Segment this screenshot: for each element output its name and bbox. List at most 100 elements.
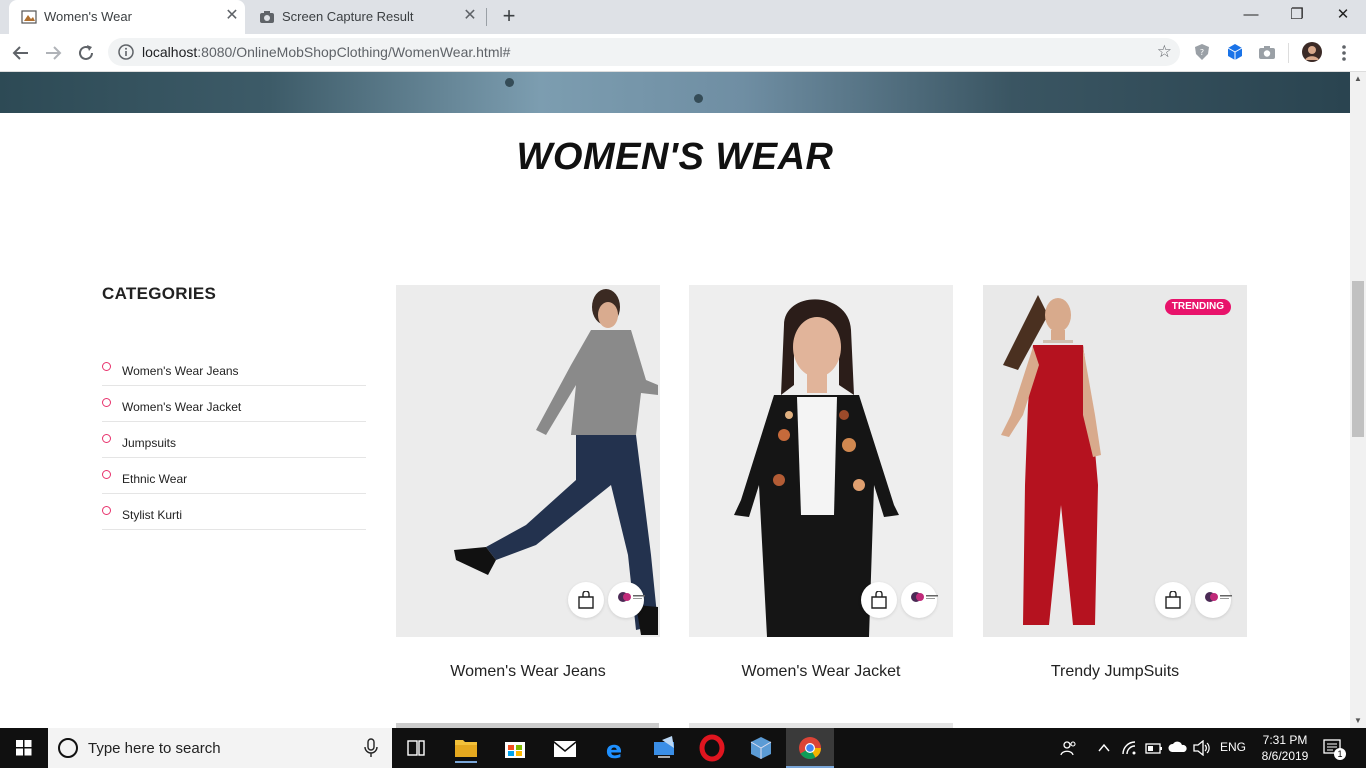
clock-time: 7:31 PM	[1262, 733, 1308, 747]
volume-icon[interactable]	[1193, 740, 1211, 756]
opera-logo-icon	[699, 734, 725, 762]
svg-text:e: e	[606, 736, 622, 764]
category-label[interactable]: Ethnic Wear	[122, 472, 187, 486]
microphone-icon[interactable]	[364, 738, 378, 758]
brand-logo-icon	[911, 592, 938, 602]
product-name[interactable]: Women's Wear Jacket	[689, 663, 953, 681]
url-host: localhost	[142, 44, 198, 60]
category-item-womens-wear-jeans[interactable]: Women's Wear Jeans	[102, 350, 366, 386]
tab-womens-wear[interactable]: Women's Wear ✕	[9, 0, 245, 34]
cube-extension-icon[interactable]	[1226, 43, 1244, 61]
search-placeholder: Type here to search	[88, 740, 221, 757]
page-scrollbar[interactable]: ▲ ▼	[1350, 72, 1366, 728]
category-item-ethnic-wear[interactable]: Ethnic Wear	[102, 458, 366, 494]
category-item-womens-wear-jacket[interactable]: Women's Wear Jacket	[102, 386, 366, 422]
mail-button[interactable]	[541, 728, 589, 768]
page-title: WOMEN'S WEAR	[516, 136, 834, 178]
product-image[interactable]: TRENDING	[983, 285, 1247, 637]
product-image[interactable]	[689, 285, 953, 637]
profile-avatar[interactable]	[1302, 42, 1322, 62]
input-language[interactable]: ENG	[1220, 740, 1246, 754]
taskbar-search-box[interactable]: Type here to search	[48, 728, 392, 768]
brand-logo-icon	[1205, 592, 1232, 602]
sidebar-heading: CATEGORIES	[102, 284, 217, 303]
add-to-cart-button[interactable]	[568, 582, 604, 618]
camera-extension-icon[interactable]	[1258, 43, 1276, 61]
url-path: :8080/OnlineMobShopClothing/WomenWear.ht…	[197, 44, 511, 60]
chevron-up-icon[interactable]	[1097, 741, 1111, 755]
shopping-bag-icon	[1165, 591, 1181, 609]
circle-bullet-icon	[102, 506, 111, 515]
browser-toolbar: localhost:8080/OnlineMobShopClothing/Wom…	[0, 34, 1366, 72]
category-label[interactable]: Women's Wear Jacket	[122, 400, 241, 414]
back-button[interactable]	[9, 41, 33, 65]
windows-taskbar: Type here to search e ENG 7:31 PM 8/6/20…	[0, 728, 1366, 768]
edge-browser-button[interactable]: e	[590, 728, 638, 768]
category-item-stylist-kurti[interactable]: Stylist Kurti	[102, 494, 366, 530]
brand-logo-button[interactable]	[608, 582, 645, 618]
circle-bullet-icon	[102, 470, 111, 479]
app-launcher-button[interactable]	[640, 728, 688, 768]
add-to-cart-button[interactable]	[861, 582, 897, 618]
restore-button[interactable]: ❐	[1274, 0, 1320, 30]
product-card[interactable]: TRENDING Trendy JumpSuits	[983, 285, 1247, 680]
reload-button[interactable]	[74, 41, 98, 65]
product-card[interactable]: Women's Wear Jeans	[396, 285, 660, 680]
site-favicon-icon	[21, 10, 37, 24]
brand-logo-button[interactable]	[1195, 582, 1232, 618]
brand-logo-button[interactable]	[901, 582, 938, 618]
site-info-icon[interactable]	[118, 44, 134, 60]
browser-menu-button[interactable]	[1332, 41, 1356, 65]
close-tab-icon[interactable]: ✕	[223, 7, 241, 25]
camera-icon	[260, 11, 274, 23]
shield-extension-icon[interactable]: ?	[1193, 43, 1211, 61]
start-button[interactable]	[0, 728, 48, 768]
scroll-down-arrow-icon[interactable]: ▼	[1350, 714, 1366, 728]
task-view-button[interactable]	[392, 728, 440, 768]
address-bar[interactable]: localhost:8080/OnlineMobShopClothing/Wom…	[108, 38, 1180, 66]
category-label[interactable]: Women's Wear Jeans	[122, 364, 239, 378]
tab-screen-capture[interactable]: Screen Capture Result ✕	[247, 0, 483, 34]
wifi-icon[interactable]	[1121, 740, 1139, 756]
system-clock[interactable]: 7:31 PM 8/6/2019	[1256, 732, 1314, 764]
virtualbox-button[interactable]	[737, 728, 785, 768]
back-arrow-icon	[12, 46, 28, 60]
notification-count-badge: 1	[1334, 748, 1346, 760]
close-tab-icon[interactable]: ✕	[461, 7, 479, 25]
product-name[interactable]: Women's Wear Jeans	[396, 663, 660, 681]
product-card[interactable]: Women's Wear Jacket	[689, 285, 953, 680]
task-view-icon	[407, 740, 425, 756]
product-name[interactable]: Trendy JumpSuits	[983, 663, 1247, 681]
category-label[interactable]: Jumpsuits	[122, 436, 176, 450]
people-icon[interactable]	[1060, 739, 1078, 757]
chrome-browser-button[interactable]	[786, 728, 834, 768]
forward-button[interactable]	[41, 41, 65, 65]
action-center-button[interactable]: 1	[1322, 738, 1346, 760]
reload-icon	[79, 45, 93, 60]
tab-divider	[486, 8, 487, 26]
minimize-button[interactable]: —	[1228, 0, 1274, 30]
bookmark-star-icon[interactable]: ☆	[1157, 42, 1172, 62]
product-image[interactable]	[396, 285, 660, 637]
url-text[interactable]: localhost:8080/OnlineMobShopClothing/Wom…	[142, 44, 510, 60]
battery-icon[interactable]	[1145, 741, 1163, 755]
scrollbar-thumb[interactable]	[1352, 281, 1364, 437]
cube-app-icon	[750, 737, 772, 759]
hero-banner-image	[0, 72, 1350, 113]
file-explorer-button[interactable]	[442, 728, 490, 768]
opera-browser-button[interactable]	[688, 728, 736, 768]
new-tab-button[interactable]: +	[498, 5, 520, 27]
category-item-jumpsuits[interactable]: Jumpsuits	[102, 422, 366, 458]
category-label[interactable]: Stylist Kurti	[122, 508, 182, 522]
microsoft-store-button[interactable]	[491, 728, 539, 768]
circle-bullet-icon	[102, 434, 111, 443]
onedrive-cloud-icon[interactable]	[1168, 740, 1188, 754]
add-to-cart-button[interactable]	[1155, 582, 1191, 618]
close-window-button[interactable]: ✕	[1320, 0, 1366, 30]
folder-icon	[455, 740, 477, 763]
toolbar-divider	[1288, 43, 1289, 63]
scroll-up-arrow-icon[interactable]: ▲	[1350, 72, 1366, 86]
trending-badge: TRENDING	[1164, 299, 1231, 315]
hero-shirt-button	[694, 94, 703, 103]
circle-bullet-icon	[102, 362, 111, 371]
